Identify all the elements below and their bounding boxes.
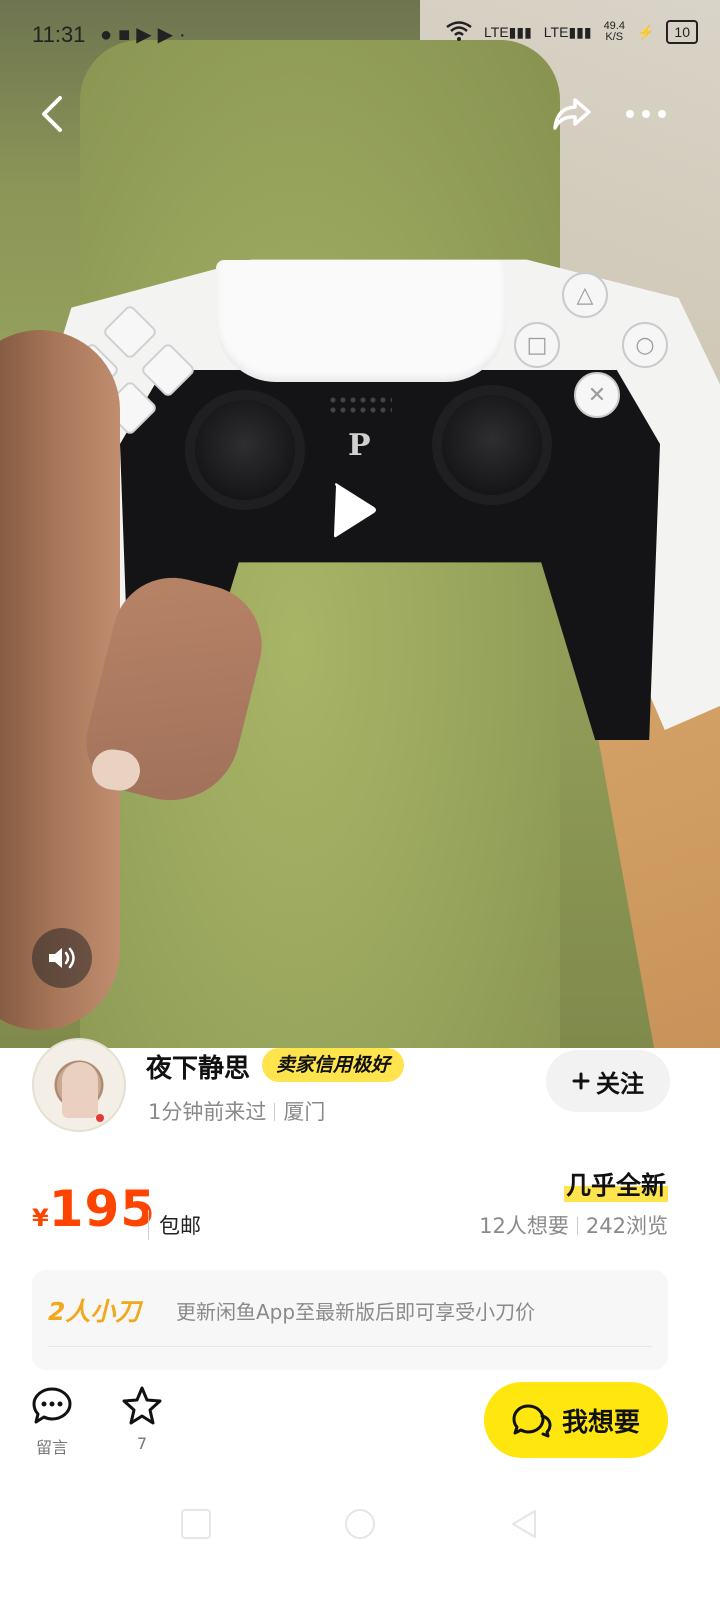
currency-symbol: ¥: [32, 1204, 49, 1232]
share-icon[interactable]: [550, 92, 594, 136]
favorite-count: 7: [136, 1434, 148, 1453]
battery-indicator: 10: [666, 20, 698, 44]
listing-stats: 12人想要 242浏览: [479, 1210, 668, 1240]
bargain-title: 2人小刀: [48, 1297, 141, 1326]
cross-button-icon: ✕: [574, 372, 620, 418]
playstation-logo-icon: P: [348, 428, 371, 463]
location: 厦门: [283, 1100, 326, 1124]
favorite-button[interactable]: 7: [112, 1384, 172, 1453]
star-icon: [120, 1384, 164, 1428]
online-dot: [96, 1114, 104, 1122]
divider: [274, 1103, 276, 1121]
product-video[interactable]: P △ □ ○ ✕: [0, 0, 720, 1048]
triangle-button-icon: △: [562, 272, 608, 318]
bargain-card[interactable]: 2人小刀 更新闲鱼App至最新版后即可享受小刀价: [32, 1270, 668, 1370]
condition-label: 几乎全新: [563, 1166, 668, 1202]
bargain-description: 更新闲鱼App至最新版后即可享受小刀价: [176, 1300, 536, 1324]
circle-button-icon: ○: [622, 322, 668, 368]
back-nav-icon[interactable]: [507, 1507, 541, 1541]
more-dot-icon: ·: [178, 24, 192, 46]
shipping-label: 包邮: [148, 1210, 201, 1240]
more-icon[interactable]: [624, 92, 668, 136]
signal-1: LTE▮▮▮: [484, 23, 532, 40]
app-icon: ▶: [136, 24, 158, 46]
comment-button[interactable]: 留言: [22, 1384, 82, 1458]
square-button-icon: □: [514, 322, 560, 368]
chat-bubble-icon: [512, 1404, 552, 1438]
controller-touchpad: [216, 260, 506, 382]
seller-name[interactable]: 夜下静思: [146, 1048, 250, 1085]
credit-badge[interactable]: 卖家信用极好: [262, 1048, 405, 1082]
seller-section: 夜下静思 卖家信用极好 1分钟前来过 厦门 关注: [0, 1036, 720, 1146]
bottom-action-bar: 留言 7 我想要: [0, 1372, 720, 1472]
network-speed: 49.4 K/S: [603, 20, 625, 43]
comment-label: 留言: [35, 1438, 68, 1457]
divider: [576, 1217, 578, 1235]
system-navigation-bar: [0, 1484, 720, 1564]
wants-count: 12人想要: [479, 1214, 569, 1238]
notification-icons: ●■▶▶·: [100, 22, 192, 47]
controller-speaker: [328, 395, 392, 415]
wifi-icon: [446, 20, 472, 44]
signal-2: LTE▮▮▮: [543, 23, 592, 40]
charging-icon: ⚡: [636, 23, 655, 40]
status-right: LTE▮▮▮ LTE▮▮▮ 49.4 K/S ⚡ 10: [446, 20, 698, 44]
last-seen: 1分钟前来过: [148, 1100, 267, 1124]
views-count: 242浏览: [585, 1214, 668, 1238]
price: ¥195: [32, 1180, 156, 1238]
want-button[interactable]: 我想要: [484, 1382, 668, 1458]
message-icon: ●: [100, 24, 119, 46]
back-icon[interactable]: [30, 92, 74, 136]
speaker-icon[interactable]: [32, 928, 92, 988]
price-row: ¥195 包邮 几乎全新 12人想要 242浏览: [0, 1166, 720, 1246]
right-stick: [442, 395, 542, 495]
app-icon: ▶: [157, 24, 179, 46]
play-icon[interactable]: [322, 480, 382, 540]
comment-icon: [30, 1384, 74, 1428]
game-icon: ■: [118, 24, 137, 46]
want-label: 我想要: [561, 1407, 640, 1438]
recents-icon[interactable]: [179, 1507, 213, 1541]
status-bar: 11:31 ●■▶▶· LTE▮▮▮ LTE▮▮▮ 49.4 K/S ⚡ 10: [0, 0, 720, 70]
left-stick: [195, 400, 295, 500]
status-time: 11:31: [32, 22, 86, 47]
avatar[interactable]: [32, 1038, 126, 1132]
follow-label: 关注: [596, 1069, 644, 1098]
seller-meta: 1分钟前来过 厦门: [148, 1096, 325, 1126]
follow-button[interactable]: 关注: [546, 1050, 670, 1112]
price-value: 195: [48, 1180, 157, 1238]
divider: [48, 1346, 652, 1347]
home-icon[interactable]: [343, 1507, 377, 1541]
plus-icon: [572, 1072, 590, 1090]
